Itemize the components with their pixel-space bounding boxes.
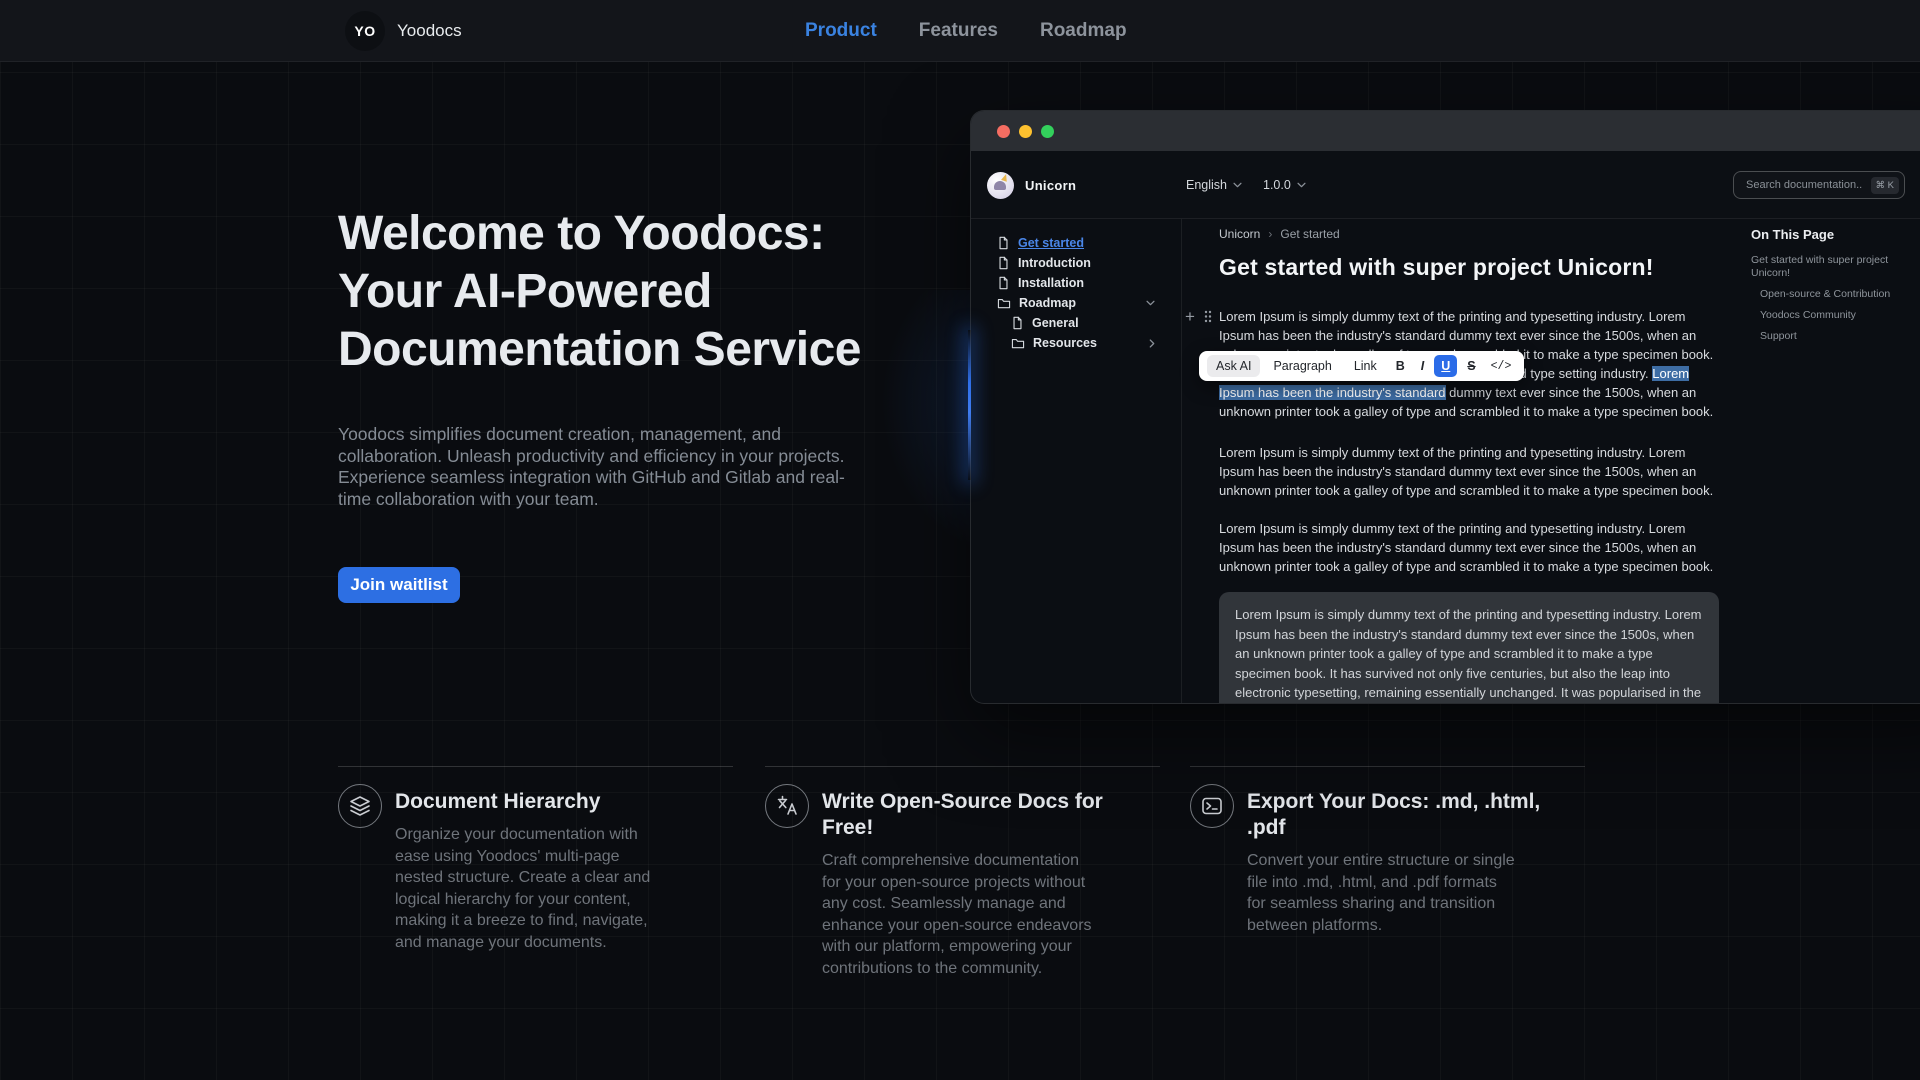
code-button[interactable]: </> (1486, 356, 1517, 377)
strikethrough-button[interactable]: S (1461, 355, 1481, 377)
nav-links: Product Features Roadmap (805, 0, 1127, 62)
add-block-button[interactable]: + (1185, 308, 1195, 325)
chevron-down-icon (1146, 300, 1155, 306)
feature-body: Organize your documentation with ease us… (395, 826, 651, 951)
feature-body: Convert your entire structure or single … (1247, 852, 1515, 934)
doc-paragraph-3: Lorem Ipsum is simply dummy text of the … (1219, 521, 1714, 574)
docs-sidebar: Get started Introduction Installation Ro… (971, 219, 1182, 703)
breadcrumb-current[interactable]: Get started (1280, 227, 1339, 241)
toc-item-community[interactable]: Yoodocs Community (1751, 309, 1920, 322)
search-shortcut-badge: ⌘ K (1870, 176, 1899, 194)
toc-item-support[interactable]: Support (1751, 330, 1920, 343)
app-header: Unicorn English 1.0.0 ⌘ K (971, 151, 1920, 219)
hero-title: Welcome to Yoodocs: Your AI-Powered Docu… (338, 205, 861, 379)
feature-title: Document Hierarchy (395, 790, 601, 813)
on-this-page-panel: On This Page Get started with super proj… (1751, 227, 1920, 351)
breadcrumb: Unicorn › Get started (1219, 227, 1340, 241)
doc-quote-block: Lorem Ipsum is simply dummy text of the … (1219, 592, 1719, 703)
bold-button[interactable]: B (1390, 355, 1411, 377)
nav-item-product[interactable]: Product (805, 20, 877, 42)
page-icon (1011, 316, 1024, 330)
terminal-icon (1190, 784, 1234, 828)
hero-title-line2: Your AI-Powered (338, 265, 712, 318)
feature-title: Write Open-Source Docs for Free! (822, 790, 1103, 839)
sidebar-item-resources[interactable]: Resources (971, 333, 1181, 353)
search-box[interactable]: ⌘ K (1733, 171, 1905, 199)
doc-page-title: Get started with super project Unicorn! (1219, 254, 1654, 280)
hero-subtitle: Yoodocs simplifies document creation, ma… (338, 424, 845, 509)
hero-title-line3: Documentation Service (338, 323, 861, 376)
sidebar-item-general[interactable]: General (971, 313, 1181, 333)
toc-title: On This Page (1751, 227, 1835, 242)
drag-handle-icon[interactable] (1204, 310, 1212, 328)
link-button[interactable]: Link (1345, 355, 1386, 377)
sidebar-item-introduction[interactable]: Introduction (971, 253, 1181, 273)
sidebar-item-roadmap[interactable]: Roadmap (971, 293, 1181, 313)
navbar: YO Yoodocs Product Features Roadmap (0, 0, 1920, 62)
underline-button[interactable]: U (1434, 355, 1458, 377)
version-value: 1.0.0 (1263, 178, 1291, 192)
toc-item-open-source[interactable]: Open-source & Contribution (1751, 288, 1920, 301)
close-window-button[interactable] (997, 124, 1010, 138)
feature-card-hierarchy: Document Hierarchy Organize your documen… (338, 766, 733, 953)
language-value: English (1186, 178, 1227, 192)
paragraph-style-button[interactable]: Paragraph (1264, 355, 1340, 377)
chevron-down-icon (1297, 182, 1306, 188)
app-brand-name: Unicorn (1025, 177, 1077, 193)
folder-icon (1011, 337, 1025, 349)
text-format-toolbar: Ask AI Paragraph Link B I U S </> (1199, 351, 1525, 381)
landing-page: YO Yoodocs Product Features Roadmap Welc… (0, 0, 1920, 1080)
doc-paragraph-2: Lorem Ipsum is simply dummy text of the … (1219, 445, 1714, 498)
app-brand[interactable]: Unicorn (987, 151, 1076, 219)
toc-item-get-started[interactable]: Get started with super project Unicorn! (1751, 254, 1920, 280)
nav-item-roadmap[interactable]: Roadmap (1040, 20, 1127, 42)
chevron-right-icon (1149, 338, 1155, 348)
breadcrumb-root[interactable]: Unicorn (1219, 227, 1260, 241)
minimize-window-button[interactable] (1019, 124, 1032, 138)
maximize-window-button[interactable] (1041, 124, 1054, 138)
folder-icon (997, 297, 1011, 309)
page-icon (997, 236, 1010, 250)
language-dropdown[interactable]: English (1186, 151, 1242, 219)
feature-card-open-source: Write Open-Source Docs for Free! Craft c… (765, 766, 1160, 979)
ask-ai-button[interactable]: Ask AI (1207, 355, 1261, 377)
hero-title-line1: Welcome to Yoodocs: (338, 207, 825, 260)
brand-link[interactable]: YO Yoodocs (345, 0, 462, 62)
brand-name: Yoodocs (397, 21, 462, 40)
feature-card-export: Export Your Docs: .md, .html, .pdf Conve… (1190, 766, 1585, 936)
italic-button[interactable]: I (1415, 355, 1430, 377)
translate-icon (765, 784, 809, 828)
page-icon (997, 256, 1010, 270)
unicorn-avatar (987, 171, 1014, 199)
version-dropdown[interactable]: 1.0.0 (1263, 151, 1306, 219)
breadcrumb-separator: › (1268, 227, 1273, 241)
page-icon (997, 276, 1010, 290)
logo-text: YO (354, 23, 376, 39)
sidebar-item-get-started[interactable]: Get started (971, 233, 1181, 253)
layers-icon (338, 784, 382, 828)
feature-body: Craft comprehensive documentation for yo… (822, 852, 1092, 977)
search-input[interactable] (1744, 178, 1865, 192)
window-titlebar (971, 111, 1920, 151)
sidebar-item-installation[interactable]: Installation (971, 273, 1181, 293)
nav-item-features[interactable]: Features (919, 20, 998, 42)
yoodocs-logo-icon: YO (345, 11, 385, 51)
join-waitlist-button[interactable]: Join waitlist (338, 567, 460, 603)
chevron-down-icon (1233, 182, 1242, 188)
app-window: Unicorn English 1.0.0 ⌘ K Get started (970, 110, 1920, 704)
feature-title: Export Your Docs: .md, .html, .pdf (1247, 790, 1541, 839)
